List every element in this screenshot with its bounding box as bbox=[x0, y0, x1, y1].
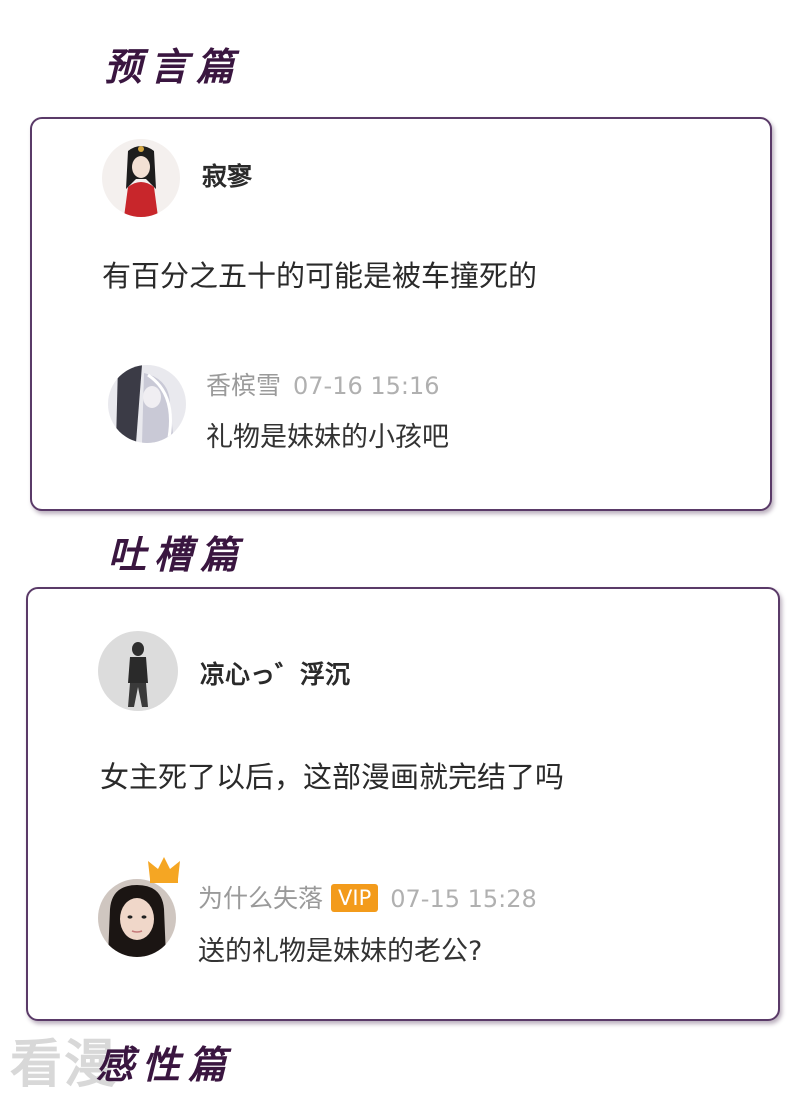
avatar-user-2[interactable] bbox=[98, 631, 178, 711]
comment-card-2: 凉心っ゛浮沉 女主死了以后，这部漫画就完结了吗 为什么失落 VIP 07-15 15… bbox=[26, 587, 780, 1021]
username[interactable]: 寂寥 bbox=[202, 157, 252, 193]
reply-timestamp: 07-15 15:28 bbox=[390, 885, 537, 913]
avatar-reply-user-2[interactable] bbox=[98, 879, 176, 957]
reply-header: 香槟雪 07-16 15:16 bbox=[206, 366, 440, 402]
comment-card-1: 寂寥 有百分之五十的可能是被车撞死的 香槟雪 07-16 15:16 礼物是妹妹的… bbox=[30, 117, 772, 511]
section-title-emotional: 感性篇 bbox=[96, 1042, 235, 1087]
comment-text: 女主死了以后，这部漫画就完结了吗 bbox=[100, 760, 565, 794]
avatar-reply-user-1[interactable] bbox=[108, 365, 186, 443]
reply-username[interactable]: 为什么失落 bbox=[198, 884, 323, 913]
reply-timestamp: 07-16 15:16 bbox=[293, 372, 440, 400]
reply-header: 为什么失落 VIP 07-15 15:28 bbox=[198, 879, 537, 915]
reply-username[interactable]: 香槟雪 bbox=[206, 371, 281, 400]
reply-text: 礼物是妹妹的小孩吧 bbox=[206, 422, 449, 453]
reply-text: 送的礼物是妹妹的老公? bbox=[198, 936, 483, 967]
avatar-user-1[interactable] bbox=[102, 139, 180, 217]
crown-icon bbox=[148, 857, 180, 883]
username[interactable]: 凉心っ゛浮沉 bbox=[200, 655, 350, 691]
comment-text: 有百分之五十的可能是被车撞死的 bbox=[102, 259, 538, 293]
section-title-roast: 吐槽篇 bbox=[108, 532, 247, 577]
section-title-prediction: 预言篇 bbox=[104, 44, 243, 89]
vip-badge: VIP bbox=[331, 884, 379, 912]
